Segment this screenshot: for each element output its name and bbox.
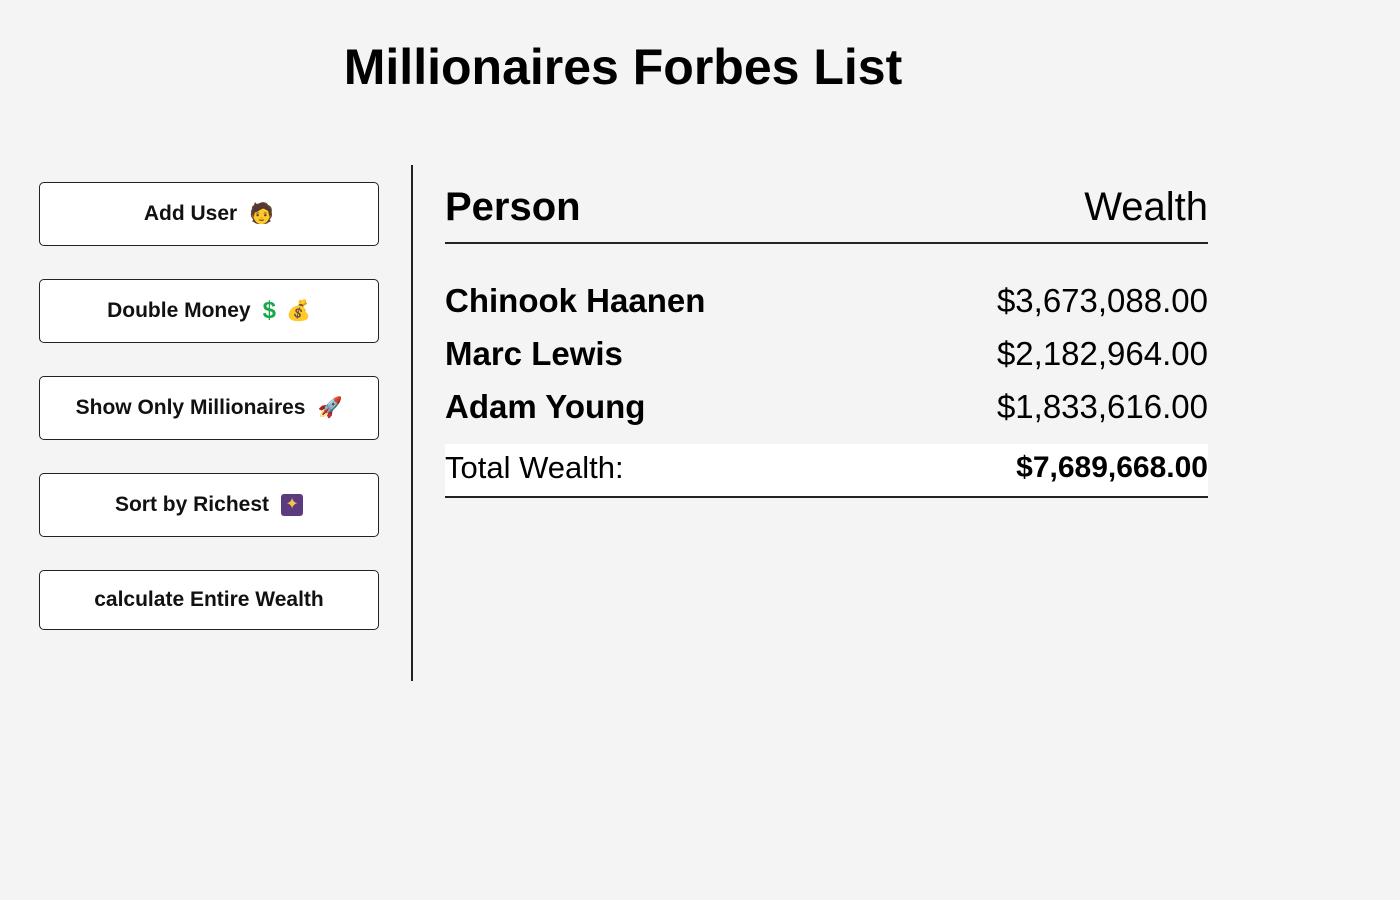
total-wealth-value: $7,689,668.00 bbox=[1016, 451, 1208, 484]
sort-by-richest-button[interactable]: Sort by Richest ✦ bbox=[39, 473, 379, 537]
sidebar-actions: Add User 🧑 Double Money $ 💰 Show Only Mi… bbox=[39, 182, 379, 630]
person-row: Marc Lewis $2,182,964.00 bbox=[445, 327, 1208, 380]
sparkle-icon: ✦ bbox=[281, 494, 304, 516]
show-only-millionaires-button[interactable]: Show Only Millionaires 🚀 bbox=[39, 376, 379, 440]
person-wealth: $2,182,964.00 bbox=[996, 334, 1208, 372]
total-wealth-row: Total Wealth: $7,689,668.00 bbox=[445, 444, 1208, 498]
add-user-label: Add User bbox=[143, 202, 238, 225]
person-name: Adam Young bbox=[445, 387, 646, 425]
money-bag-icon: 💰 bbox=[285, 300, 311, 322]
person-column-header: Person bbox=[445, 185, 581, 229]
person-row: Adam Young $1,833,616.00 bbox=[445, 380, 1208, 433]
person-name: Marc Lewis bbox=[445, 334, 623, 372]
person-icon: 🧑 bbox=[249, 203, 275, 225]
show-only-millionaires-label: Show Only Millionaires bbox=[75, 396, 306, 419]
person-wealth: $1,833,616.00 bbox=[996, 387, 1208, 425]
page-title: Millionaires Forbes List bbox=[343, 39, 903, 95]
rocket-icon: 🚀 bbox=[317, 397, 343, 419]
sort-by-richest-label: Sort by Richest bbox=[114, 493, 270, 516]
person-list: Chinook Haanen $3,673,088.00 Marc Lewis … bbox=[445, 274, 1208, 433]
double-money-label: Double Money bbox=[107, 299, 251, 322]
total-wealth-label: Total Wealth: bbox=[445, 450, 624, 485]
wealth-table: Person Wealth Chinook Haanen $3,673,088.… bbox=[445, 170, 1208, 498]
dollar-icon: $ bbox=[262, 297, 276, 324]
wealth-column-header: Wealth bbox=[1084, 185, 1208, 229]
app-root: Millionaires Forbes List Add User 🧑 Doub… bbox=[0, 0, 1400, 900]
double-money-button[interactable]: Double Money $ 💰 bbox=[39, 279, 379, 343]
table-header: Person Wealth bbox=[445, 170, 1208, 244]
person-row: Chinook Haanen $3,673,088.00 bbox=[445, 274, 1208, 327]
calculate-entire-wealth-label: calculate Entire Wealth bbox=[94, 588, 324, 611]
calculate-entire-wealth-button[interactable]: calculate Entire Wealth bbox=[39, 570, 379, 630]
vertical-divider bbox=[411, 165, 413, 681]
person-name: Chinook Haanen bbox=[445, 281, 706, 319]
person-wealth: $3,673,088.00 bbox=[996, 281, 1208, 319]
add-user-button[interactable]: Add User 🧑 bbox=[39, 182, 379, 246]
